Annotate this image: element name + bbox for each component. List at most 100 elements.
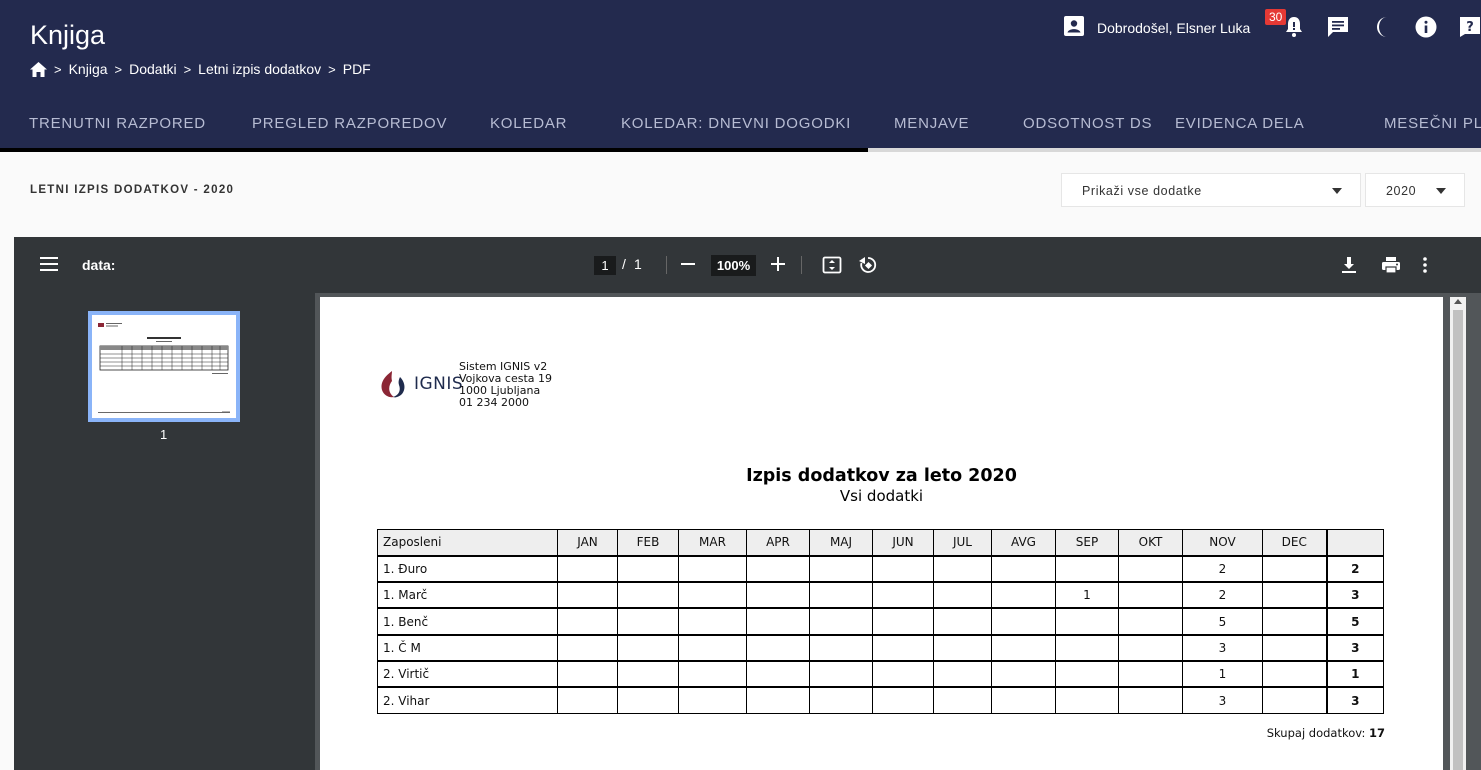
- month-cell: [746, 634, 810, 662]
- column-header: APR: [746, 528, 810, 557]
- month-cell: [1262, 660, 1327, 688]
- month-cell: [557, 660, 618, 688]
- chevron-right-icon: >: [328, 61, 336, 77]
- month-cell: [1118, 607, 1183, 636]
- month-cell: [1118, 555, 1183, 583]
- month-cell: [1262, 607, 1327, 636]
- tab-menjave[interactable]: MENJAVE: [894, 115, 969, 132]
- breadcrumb-knjiga[interactable]: Knjiga: [69, 61, 108, 77]
- month-cell: [557, 581, 618, 609]
- tab-pregled-razporedov[interactable]: PREGLED RAZPOREDOV: [252, 115, 447, 132]
- filter-select[interactable]: Prikaži vse dodatke: [1061, 173, 1361, 207]
- table-row: 1. Đuro 2 2: [377, 555, 1384, 583]
- tab-evidenca-dela[interactable]: EVIDENCA DELA: [1175, 115, 1305, 132]
- month-cell: [617, 581, 679, 609]
- tab-mesecni-plan[interactable]: MESEČNI PLA: [1384, 115, 1481, 132]
- pdf-file-title: data:: [82, 257, 116, 273]
- breadcrumb-dodatki[interactable]: Dodatki: [129, 61, 176, 77]
- zoom-out-icon[interactable]: [681, 254, 695, 279]
- pdf-page: IGNIS Sistem IGNIS v2 Vojkova cesta 19 1…: [320, 297, 1443, 770]
- month-cell: [872, 581, 934, 609]
- month-cell: [872, 686, 934, 715]
- company-phone: 01 234 2000: [459, 396, 529, 409]
- month-cell: [933, 607, 992, 636]
- month-cell: [1118, 634, 1183, 662]
- table-row: 1. Marč 1 2 3: [377, 581, 1384, 609]
- page-thumbnail[interactable]: [88, 311, 240, 422]
- tab-trenutni-razpored[interactable]: TRENUTNI RAZPORED: [29, 115, 206, 132]
- bell-icon[interactable]: [1284, 16, 1304, 43]
- month-cell: [746, 607, 810, 636]
- month-cell: [991, 660, 1056, 688]
- report-table: Zaposleni JAN FEB MAR APR MAJ JUN JUL AV…: [377, 528, 1384, 715]
- tab-odsotnost-ds[interactable]: ODSOTNOST DS: [1023, 115, 1152, 132]
- year-select[interactable]: 2020: [1365, 173, 1465, 207]
- row-total: 3: [1325, 634, 1384, 662]
- print-icon[interactable]: [1381, 255, 1401, 280]
- menu-icon[interactable]: [40, 257, 58, 276]
- download-icon[interactable]: [1340, 255, 1358, 280]
- month-cell: [872, 607, 934, 636]
- company-address: Sistem IGNIS v2 Vojkova cesta 19 1000 Lj…: [459, 361, 552, 409]
- user-icon: [1064, 16, 1084, 39]
- page-number-input[interactable]: 1: [594, 256, 616, 275]
- month-cell: [872, 634, 934, 662]
- month-cell: [617, 607, 679, 636]
- month-cell: [1055, 555, 1119, 583]
- column-header: AVG: [991, 528, 1056, 557]
- month-cell: 2: [1182, 555, 1263, 583]
- scroll-up-arrow-icon[interactable]: [1454, 299, 1462, 304]
- month-cell: [991, 634, 1056, 662]
- app-title: Knjiga: [30, 20, 106, 50]
- page-subtitle: LETNI IZPIS DODATKOV - 2020: [30, 184, 235, 196]
- thumbnail-page-number: 1: [160, 427, 168, 442]
- column-header: DEC: [1262, 528, 1327, 557]
- year-select-value: 2020: [1386, 184, 1417, 198]
- month-cell: [1262, 581, 1327, 609]
- zoom-level-input[interactable]: 100%: [711, 255, 756, 276]
- row-total: 5: [1325, 607, 1384, 636]
- thumbnail-preview: [98, 323, 230, 413]
- breadcrumb-letni-izpis[interactable]: Letni izpis dodatkov: [198, 61, 321, 77]
- flame-logo-icon: [381, 371, 405, 398]
- svg-text:?: ?: [1466, 20, 1474, 35]
- month-cell: [617, 660, 679, 688]
- info-icon[interactable]: [1415, 16, 1437, 43]
- filter-select-value: Prikaži vse dodatke: [1082, 184, 1202, 198]
- month-cell: [1262, 686, 1327, 715]
- home-icon[interactable]: [30, 61, 47, 77]
- rotate-icon[interactable]: [858, 255, 878, 280]
- fit-page-icon[interactable]: [822, 255, 842, 280]
- more-options-icon[interactable]: [1422, 255, 1428, 280]
- month-cell: [678, 686, 747, 715]
- document-title: Izpis dodatkov za leto 2020: [746, 466, 1017, 486]
- table-row: 1. Č M 3 3: [377, 634, 1384, 662]
- toolbar-divider: [801, 256, 802, 274]
- moon-icon[interactable]: [1373, 16, 1393, 43]
- month-cell: [746, 660, 810, 688]
- month-cell: [1262, 555, 1327, 583]
- table-header-row: Zaposleni JAN FEB MAR APR MAJ JUN JUL AV…: [377, 528, 1384, 557]
- month-cell: [933, 660, 992, 688]
- tab-koledar-dnevni-dogodki[interactable]: KOLEDAR: DNEVNI DOGODKI: [621, 115, 851, 132]
- month-cell: [746, 581, 810, 609]
- month-cell: [617, 555, 679, 583]
- help-icon[interactable]: ?: [1459, 16, 1481, 43]
- employee-name: 1. Benč: [377, 607, 558, 636]
- chat-icon[interactable]: [1327, 16, 1349, 43]
- month-cell: [557, 634, 618, 662]
- app-header: Knjiga > Knjiga > Dodatki > Letni izpis …: [0, 0, 1481, 152]
- month-cell: [617, 634, 679, 662]
- tab-koledar[interactable]: KOLEDAR: [490, 115, 567, 132]
- row-total: 2: [1325, 555, 1384, 583]
- grand-total-value: 17: [1368, 726, 1385, 740]
- zoom-in-icon[interactable]: [771, 254, 785, 279]
- toolbar-divider: [666, 256, 667, 274]
- month-cell: [809, 555, 873, 583]
- pdf-scrollbar-thumb[interactable]: [1453, 310, 1463, 770]
- grand-total: Skupaj dodatkov: 17: [1267, 726, 1385, 740]
- month-cell: [1055, 634, 1119, 662]
- user-menu[interactable]: Dobrodošel, Elsner Luka: [1064, 16, 1250, 39]
- logo-text: IGNIS: [414, 374, 464, 394]
- column-header-total: [1325, 528, 1384, 557]
